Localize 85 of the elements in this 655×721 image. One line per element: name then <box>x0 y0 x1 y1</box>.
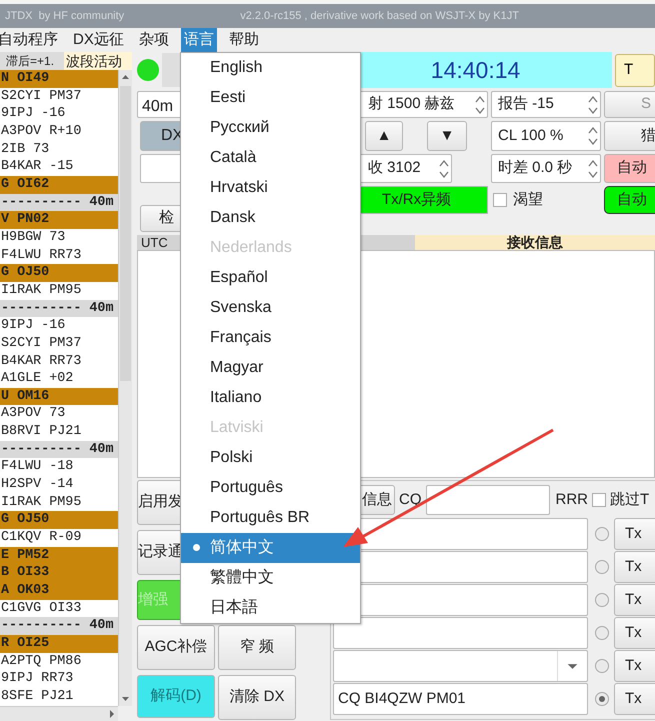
radio-button[interactable] <box>595 692 609 706</box>
decode-line: C1KQV R-09 <box>0 529 82 547</box>
menu-option[interactable]: Italiano <box>181 383 360 413</box>
spin-value: 时差 0.0 秒 <box>498 158 572 178</box>
decode-line: B4KAR RR73 <box>0 352 82 370</box>
menu-option[interactable]: 日本語 <box>181 593 360 623</box>
tx-message-button[interactable]: Tx <box>614 683 655 715</box>
checkbox-label: 跳过T <box>610 490 650 510</box>
decode-line: B4KAR -15 <box>0 158 74 176</box>
lag-label: 滞后=+1. <box>0 52 64 70</box>
cq-field[interactable] <box>426 485 550 515</box>
menu-option: Latviski <box>181 413 360 443</box>
report-spinbox[interactable]: 报告 -15 <box>491 91 601 118</box>
decode-line: H2SPV -14 <box>0 476 74 494</box>
radio-dot-icon <box>193 544 200 551</box>
band-separator: ---------- 40m <box>0 617 118 635</box>
menu-option[interactable]: Français <box>181 323 360 353</box>
cl-spinbox[interactable]: CL 100 % <box>491 121 601 151</box>
radio-button[interactable] <box>595 560 609 574</box>
panel-title: 波段活动 <box>64 52 132 70</box>
action-button[interactable]: AGC补偿 <box>137 625 215 670</box>
spin-value: 射 1500 赫兹 <box>368 94 455 114</box>
decode-line: B8RVI PJ21 <box>0 423 82 441</box>
down-button[interactable]: ▼ <box>427 121 467 151</box>
tx-message-button[interactable]: Tx <box>614 650 655 682</box>
decode-line: I1RAK PM95 <box>0 282 82 300</box>
message-field[interactable]: CQ BI4QZW PM01 <box>333 683 588 715</box>
band-separator: ---------- 40m <box>0 194 118 212</box>
window-title: JTDX by HF community <box>4 8 124 24</box>
tx-message-button[interactable]: Tx <box>614 518 655 550</box>
tx-button[interactable]: T <box>615 54 655 86</box>
up-button[interactable]: ▲ <box>365 121 403 151</box>
radio-button[interactable] <box>595 593 609 607</box>
decode-line: F4LWU -18 <box>0 458 74 476</box>
message-field[interactable] <box>333 617 588 649</box>
spin-value: CL 100 % <box>498 126 564 146</box>
want-checkbox[interactable] <box>493 193 507 207</box>
decode-line: A2PTQ PM86 <box>0 652 82 670</box>
menu-option[interactable]: Polski <box>181 443 360 473</box>
window-subtitle: v2.2.0-rc155 , derivative work based on WSJT-X by K1JT <box>240 8 519 24</box>
menu-item[interactable]: DX远征 <box>70 28 127 52</box>
decode-line: 2IB 73 <box>0 140 50 158</box>
menu-option[interactable]: Español <box>181 263 360 293</box>
action-button[interactable]: 窄 频 <box>218 625 296 670</box>
decode-line: 9IPJ RR73 <box>0 670 74 688</box>
tx-message-button[interactable]: Tx <box>614 551 655 583</box>
decode-line: 8SFE PJ21 <box>0 688 74 706</box>
tx-message-button[interactable]: Tx <box>614 584 655 616</box>
rrr-label: RRR <box>556 490 588 510</box>
dt-spinbox[interactable]: 时差 0.0 秒 <box>491 154 601 183</box>
menu-option[interactable]: 繁體中文 <box>181 563 360 593</box>
radio-button[interactable] <box>595 626 609 640</box>
checkbox-label: 渴望 <box>513 190 543 210</box>
auto-button[interactable]: 自动 <box>604 154 655 183</box>
decode-line: C1GVG OI33 <box>0 600 82 618</box>
radio-button[interactable] <box>595 659 609 673</box>
decode-line: A1GLE +02 <box>0 370 74 388</box>
column-header: 接收信息 <box>415 235 655 250</box>
tx-message-button[interactable]: Tx <box>614 617 655 649</box>
menu-option[interactable]: Magyar <box>181 353 360 383</box>
menu-option[interactable]: 简体中文 <box>181 533 360 563</box>
decode-line: F4LWU RR73 <box>0 246 82 264</box>
message-combo[interactable] <box>333 650 588 682</box>
band-separator: ---------- 40m <box>0 300 118 318</box>
decode-line: 9IPJ -16 <box>0 317 66 335</box>
spin-value: 收 3102 <box>368 158 421 178</box>
decode-line: A3POV 73 <box>0 405 66 424</box>
decode-line: A3POV R+10 <box>0 122 82 141</box>
spin-value: 报告 -15 <box>498 94 554 114</box>
action-button[interactable]: 清除 DX <box>218 675 296 720</box>
menu-item[interactable]: 帮助 <box>226 28 262 52</box>
decode-line: S2CYI PM37 <box>0 88 82 106</box>
decode-line: 9IPJ -16 <box>0 105 66 123</box>
decode-line: H9BGW 73 <box>0 228 66 247</box>
status-indicator <box>137 59 159 81</box>
menu-item[interactable]: 杂项 <box>136 28 172 52</box>
band-separator: ---------- 40m <box>0 440 118 458</box>
auto-sequence-button[interactable]: 自动 <box>604 186 655 214</box>
skip-checkbox[interactable] <box>592 493 606 507</box>
menu-option[interactable]: Svenska <box>181 293 360 323</box>
radio-button[interactable] <box>595 527 609 541</box>
decode-line: S2CYI PM37 <box>0 334 82 352</box>
decode-line: I1RAK PM95 <box>0 494 82 512</box>
menu-item[interactable]: 语言 <box>180 28 217 52</box>
menu-item[interactable]: 自动程序 <box>0 28 61 52</box>
